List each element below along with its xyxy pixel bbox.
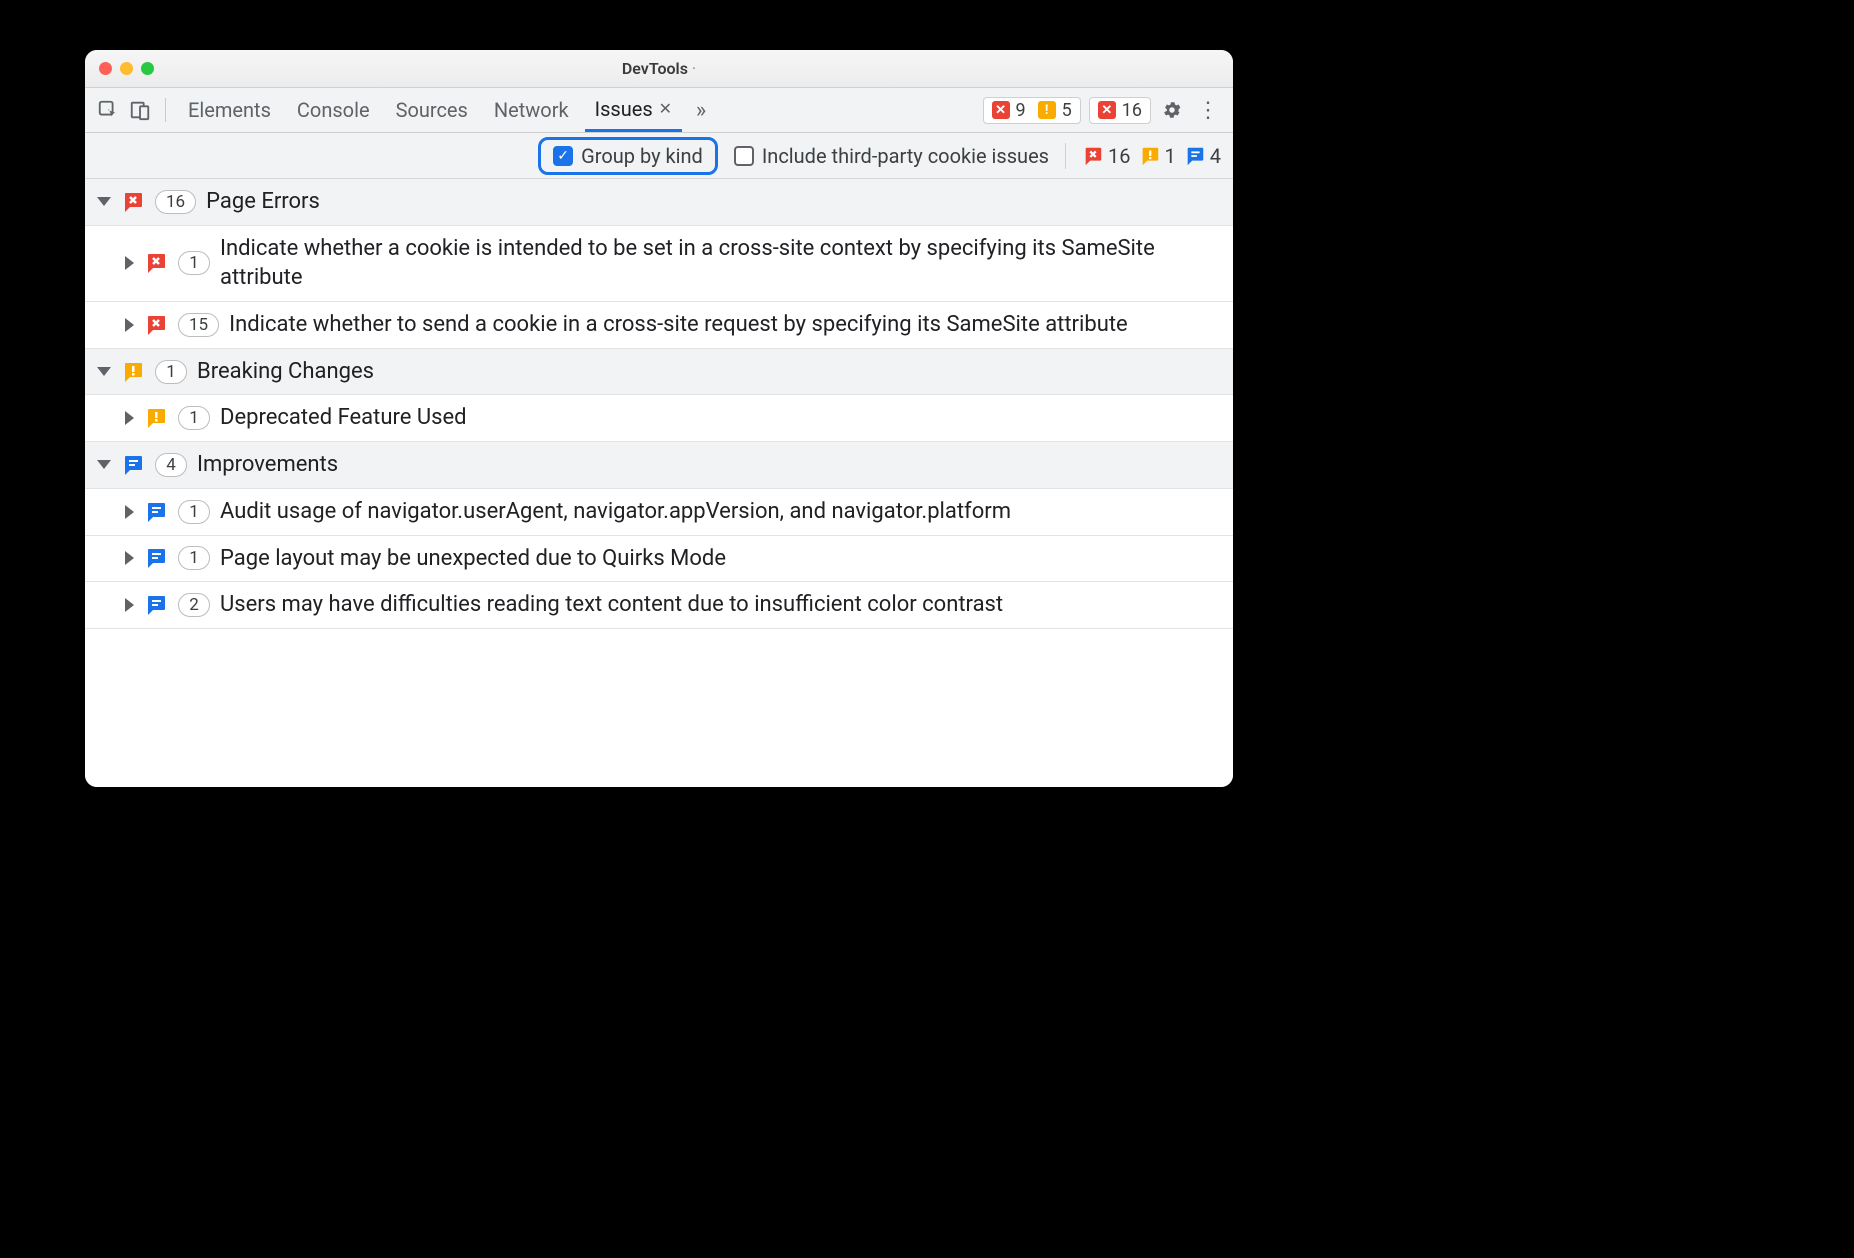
error-count[interactable]: 16 — [1082, 144, 1130, 168]
count-badge: 1 — [155, 360, 187, 384]
checkbox-unchecked-icon — [734, 146, 754, 166]
warning-bubble-icon — [1139, 145, 1161, 167]
kind-title: Breaking Changes — [197, 357, 1221, 387]
issue-kind-row[interactable]: 1 Breaking Changes — [85, 349, 1233, 396]
error-icon: ✕ — [1098, 101, 1116, 119]
window-title-dash: · — [692, 59, 696, 78]
chevron-right-icon — [125, 598, 134, 612]
warning-icon: ! — [1038, 101, 1056, 119]
issue-kind-row[interactable]: 16 Page Errors — [85, 179, 1233, 226]
error-bubble-icon — [144, 313, 168, 337]
minimize-window-button[interactable] — [120, 62, 133, 75]
warn-count[interactable]: 1 — [1139, 144, 1176, 168]
chevron-right-icon — [125, 318, 134, 332]
issue-counts: 16 1 4 — [1082, 144, 1221, 168]
issue-row[interactable]: 1 Audit usage of navigator.userAgent, nav… — [85, 489, 1233, 536]
issue-row[interactable]: 1 Indicate whether a cookie is intended t… — [85, 226, 1233, 302]
issue-kind-row[interactable]: 4 Improvements — [85, 442, 1233, 489]
issue-row[interactable]: 2 Users may have difficulties reading tex… — [85, 582, 1233, 629]
info-count[interactable]: 4 — [1184, 144, 1221, 168]
chevron-right-icon — [125, 256, 134, 270]
error-bubble-icon — [1082, 145, 1104, 167]
filterbar: ✓ Group by kind Include third-party cook… — [85, 133, 1233, 179]
count-badge: 15 — [178, 313, 219, 337]
issue-message: Indicate whether a cookie is intended to… — [220, 234, 1221, 293]
close-window-button[interactable] — [99, 62, 112, 75]
devtools-window: DevTools · Elements Console Sources Netw… — [85, 50, 1233, 787]
issues-count-chip[interactable]: ✕ 16 — [1089, 97, 1151, 124]
chevron-down-icon — [97, 197, 111, 206]
error-icon: ✕ — [992, 101, 1010, 119]
issue-row[interactable]: 1 Page layout may be unexpected due to Qu… — [85, 536, 1233, 583]
issue-list: 16 Page Errors 1 Indicate whether a cookie … — [85, 179, 1233, 787]
group-by-kind-checkbox[interactable]: ✓ Group by kind — [538, 137, 718, 175]
issue-message: Indicate whether to send a cookie in a c… — [229, 310, 1221, 340]
count-badge: 16 — [155, 190, 196, 214]
count-badge: 1 — [178, 546, 210, 570]
titlebar: DevTools · — [85, 50, 1233, 88]
tab-issues[interactable]: Issues ✕ — [585, 88, 682, 132]
count-badge: 1 — [178, 500, 210, 524]
traffic-lights — [99, 62, 154, 75]
info-bubble-icon — [144, 500, 168, 524]
device-toggle-icon[interactable] — [127, 97, 153, 123]
inspect-element-icon[interactable] — [95, 97, 121, 123]
window-title: DevTools · — [85, 59, 1233, 78]
issue-row[interactable]: 1 Deprecated Feature Used — [85, 395, 1233, 442]
chevron-right-icon — [125, 411, 134, 425]
tab-elements[interactable]: Elements — [178, 88, 281, 132]
more-tabs-icon[interactable]: » — [688, 97, 714, 123]
issue-message: Users may have difficulties reading text… — [220, 590, 1221, 620]
issue-message: Page layout may be unexpected due to Qui… — [220, 544, 1221, 574]
chevron-down-icon — [97, 367, 111, 376]
count-badge: 1 — [178, 406, 210, 430]
tab-network[interactable]: Network — [484, 88, 579, 132]
info-bubble-icon — [121, 453, 145, 477]
warning-bubble-icon — [144, 406, 168, 430]
kind-title: Improvements — [197, 450, 1221, 480]
info-bubble-icon — [1184, 145, 1206, 167]
settings-gear-icon[interactable] — [1159, 97, 1185, 123]
chevron-right-icon — [125, 551, 134, 565]
warning-bubble-icon — [121, 360, 145, 384]
info-bubble-icon — [144, 593, 168, 617]
error-bubble-icon — [121, 190, 145, 214]
issue-message: Audit usage of navigator.userAgent, navi… — [220, 497, 1221, 527]
divider — [1065, 143, 1066, 169]
tab-console[interactable]: Console — [287, 88, 380, 132]
checkbox-checked-icon: ✓ — [553, 146, 573, 166]
console-errors-chip[interactable]: ✕ 9 ! 5 — [983, 97, 1081, 124]
zoom-window-button[interactable] — [141, 62, 154, 75]
chevron-right-icon — [125, 505, 134, 519]
divider — [165, 98, 166, 122]
count-badge: 4 — [155, 453, 187, 477]
window-title-text: DevTools — [622, 59, 688, 78]
kind-title: Page Errors — [206, 187, 1221, 217]
issue-row[interactable]: 15 Indicate whether to send a cookie in a… — [85, 302, 1233, 349]
issue-message: Deprecated Feature Used — [220, 403, 1221, 433]
include-third-party-checkbox[interactable]: Include third-party cookie issues — [734, 144, 1049, 168]
tab-sources[interactable]: Sources — [386, 88, 478, 132]
chevron-down-icon — [97, 460, 111, 469]
error-bubble-icon — [144, 251, 168, 275]
tabbar: Elements Console Sources Network Issues … — [85, 88, 1233, 133]
count-badge: 1 — [178, 251, 210, 275]
count-badge: 2 — [178, 593, 210, 617]
info-bubble-icon — [144, 546, 168, 570]
kebab-menu-icon[interactable]: ⋮ — [1193, 98, 1223, 123]
close-tab-icon[interactable]: ✕ — [659, 99, 672, 118]
